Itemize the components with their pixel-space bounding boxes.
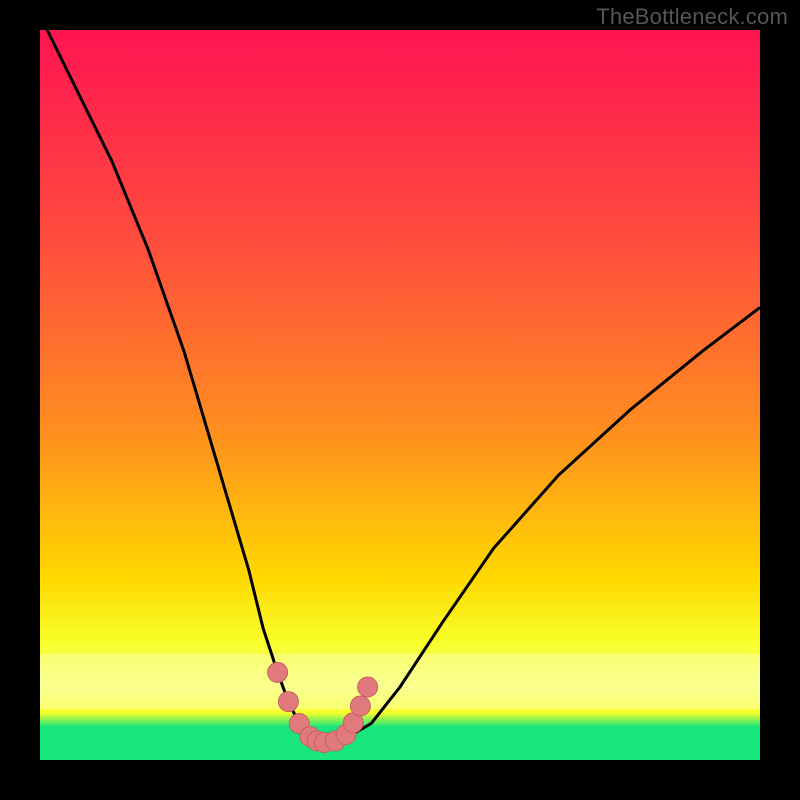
plot-background bbox=[40, 30, 760, 760]
chart-frame: TheBottleneck.com bbox=[0, 0, 800, 800]
bottleneck-chart bbox=[0, 0, 800, 800]
curve-marker bbox=[278, 692, 298, 712]
watermark-label: TheBottleneck.com bbox=[596, 4, 788, 30]
curve-marker bbox=[268, 662, 288, 682]
curve-marker bbox=[358, 677, 378, 697]
bright-band bbox=[40, 654, 760, 709]
curve-marker bbox=[350, 696, 370, 716]
